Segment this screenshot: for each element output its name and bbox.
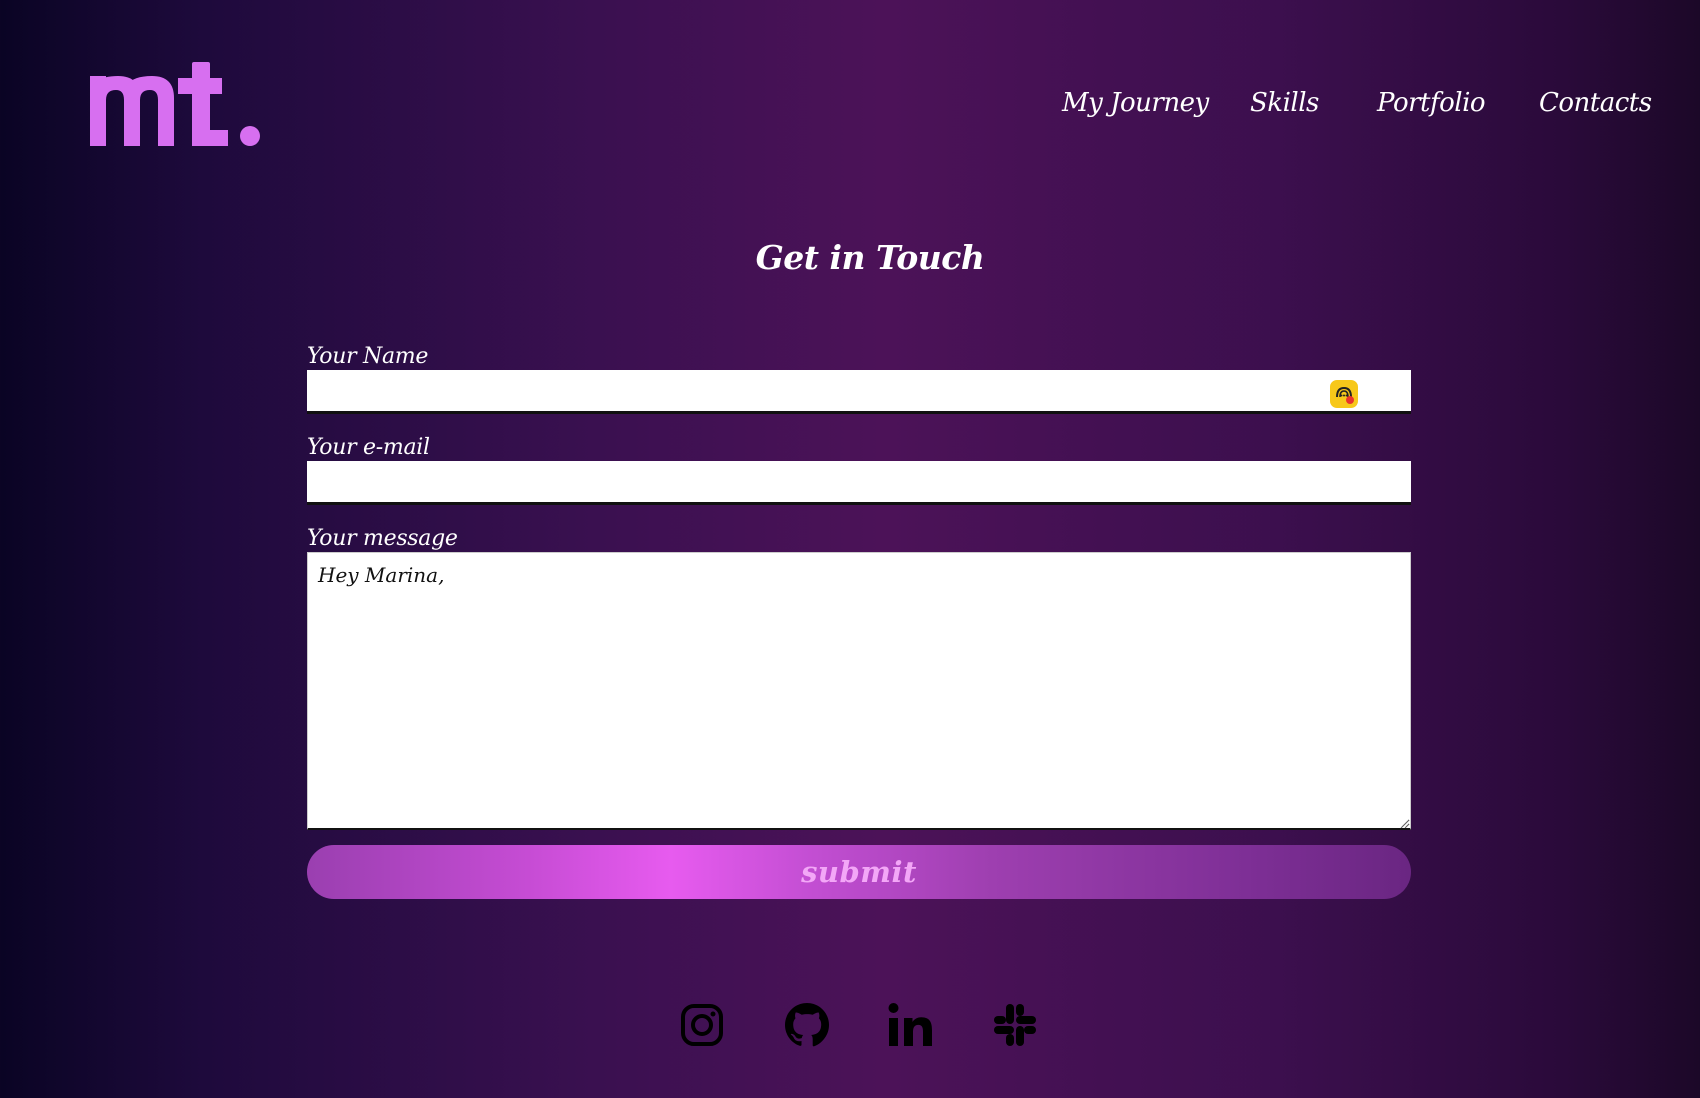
slack-icon[interactable] (990, 1000, 1040, 1050)
resize-handle-icon[interactable] (1399, 818, 1409, 828)
nav-contacts[interactable]: Contacts (1539, 88, 1652, 118)
message-label: Your message (307, 526, 458, 551)
instagram-icon[interactable] (677, 1000, 727, 1050)
submit-button[interactable]: submit (307, 845, 1411, 899)
email-field[interactable] (307, 461, 1411, 505)
nav-my-journey[interactable]: My Journey (1062, 88, 1209, 118)
page-title: Get in Touch (755, 238, 985, 277)
password-manager-icon[interactable] (1330, 380, 1358, 408)
name-field[interactable] (307, 370, 1411, 414)
message-field[interactable]: Hey Marina, (307, 552, 1411, 830)
email-label: Your e-mail (307, 435, 430, 460)
main-nav: My Journey Skills Portfolio Contacts (0, 88, 1700, 124)
linkedin-icon[interactable] (886, 1000, 936, 1050)
nav-portfolio[interactable]: Portfolio (1377, 88, 1486, 118)
nav-skills[interactable]: Skills (1250, 88, 1319, 118)
github-icon[interactable] (782, 1000, 832, 1050)
name-label: Your Name (307, 344, 429, 369)
